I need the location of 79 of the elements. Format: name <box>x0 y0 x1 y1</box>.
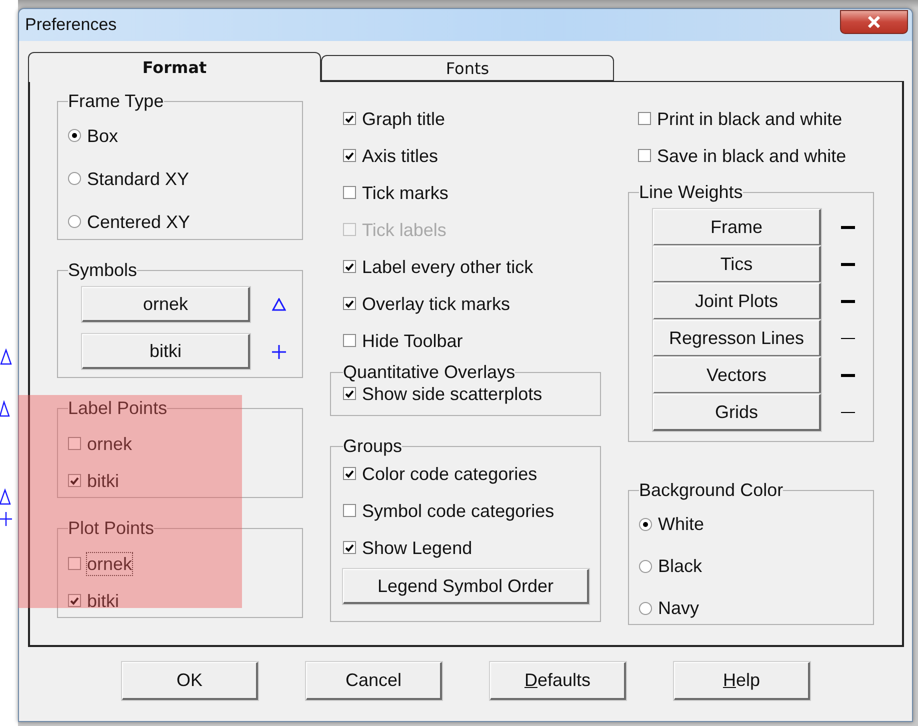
line-weight-button[interactable]: Joint Plots <box>653 283 821 320</box>
checkbox[interactable] <box>68 474 81 487</box>
checkbox[interactable] <box>343 541 356 554</box>
radio-button[interactable] <box>68 215 81 228</box>
checkbox[interactable] <box>343 504 356 517</box>
checkbox-label: bitki <box>86 590 120 612</box>
radio-button[interactable] <box>639 560 652 572</box>
radio-label: Standard XY <box>86 168 190 190</box>
checkbox-label: Color code categories <box>361 462 538 486</box>
checkbox-label: Graph title <box>361 108 446 130</box>
radio-label: Navy <box>657 597 700 620</box>
tab[interactable]: Format <box>28 52 321 82</box>
checkbox[interactable] <box>343 467 356 480</box>
dialog-button[interactable]: Defaults <box>490 662 626 700</box>
checkbox[interactable] <box>343 334 356 347</box>
line-weight-sample <box>841 412 855 413</box>
checkbox[interactable] <box>638 149 651 162</box>
radio-label: Black <box>657 555 704 578</box>
line-weight-sample <box>841 300 855 303</box>
group-title: Plot Points <box>68 519 154 537</box>
checkbox-label: ornek <box>86 432 134 456</box>
checkbox[interactable] <box>68 557 81 570</box>
checkbox[interactable] <box>343 186 356 199</box>
line-weight-sample <box>841 374 855 377</box>
checkbox-label: Hide Toolbar <box>361 330 464 352</box>
group-title: Groups <box>343 437 402 455</box>
group-title: Label Points <box>68 399 168 417</box>
checkbox[interactable] <box>638 112 651 125</box>
checkbox-label: Show side scatterplots <box>361 382 544 406</box>
radio-label: Centered XY <box>86 210 192 234</box>
radio-label: Box <box>86 124 120 148</box>
radio-button[interactable] <box>639 602 652 614</box>
radio-button[interactable] <box>68 129 81 142</box>
close-button[interactable] <box>840 10 908 34</box>
dialog-button[interactable]: OK <box>122 662 258 700</box>
group-title: Frame Type <box>68 92 164 110</box>
group-title: Symbols <box>68 261 138 279</box>
line-weight-button[interactable]: Vectors <box>653 357 821 394</box>
checkbox[interactable] <box>68 594 81 607</box>
checkbox-label: Label every other tick <box>361 256 534 278</box>
line-weight-button[interactable]: Regresson Lines <box>653 320 821 357</box>
line-weight-button[interactable]: Tics <box>653 246 821 283</box>
checkbox-label: Symbol code categories <box>361 500 556 522</box>
line-weight-button[interactable]: Frame <box>653 209 821 246</box>
symbol-button[interactable]: bitki <box>82 334 250 369</box>
checkbox-label: bitki <box>86 470 120 492</box>
checkbox-label: Tick marks <box>361 182 450 204</box>
checkbox-label: Axis titles <box>361 144 440 168</box>
line-weight-sample <box>841 338 855 339</box>
radio-button[interactable] <box>68 172 81 185</box>
group-title: Quantitative Overlays <box>343 363 516 381</box>
close-icon <box>865 16 883 28</box>
checkbox[interactable] <box>343 112 356 125</box>
legend-order-button[interactable]: Legend Symbol Order <box>343 569 589 604</box>
checkbox[interactable] <box>343 260 356 273</box>
checkbox-label: Show Legend <box>361 536 474 560</box>
checkbox[interactable] <box>343 149 356 162</box>
symbol-button[interactable]: ornek <box>82 287 250 322</box>
checkbox-label: ornek <box>86 552 134 576</box>
window-title: Preferences <box>25 15 117 35</box>
dialog-button[interactable]: Help <box>674 662 810 700</box>
radio-label: White <box>657 513 706 536</box>
checkbox-label: Tick labels <box>361 218 448 242</box>
checkbox[interactable] <box>343 297 356 310</box>
dialog-button[interactable]: Cancel <box>306 662 442 700</box>
radio-button[interactable] <box>639 518 652 530</box>
line-weight-button[interactable]: Grids <box>653 394 821 431</box>
line-weight-sample <box>841 263 855 266</box>
triangle-icon <box>272 298 286 311</box>
line-weight-sample <box>841 226 855 229</box>
group-title: Background Color <box>639 481 784 499</box>
checkbox-label: Save in black and white <box>656 144 848 168</box>
plus-icon <box>272 344 286 358</box>
tab[interactable]: Fonts <box>321 55 614 81</box>
group-title: Line Weights <box>639 183 743 201</box>
checkbox-label: Print in black and white <box>656 108 844 130</box>
checkbox[interactable] <box>343 387 356 400</box>
checkbox[interactable] <box>68 437 81 450</box>
checkbox-label: Overlay tick marks <box>361 292 512 316</box>
